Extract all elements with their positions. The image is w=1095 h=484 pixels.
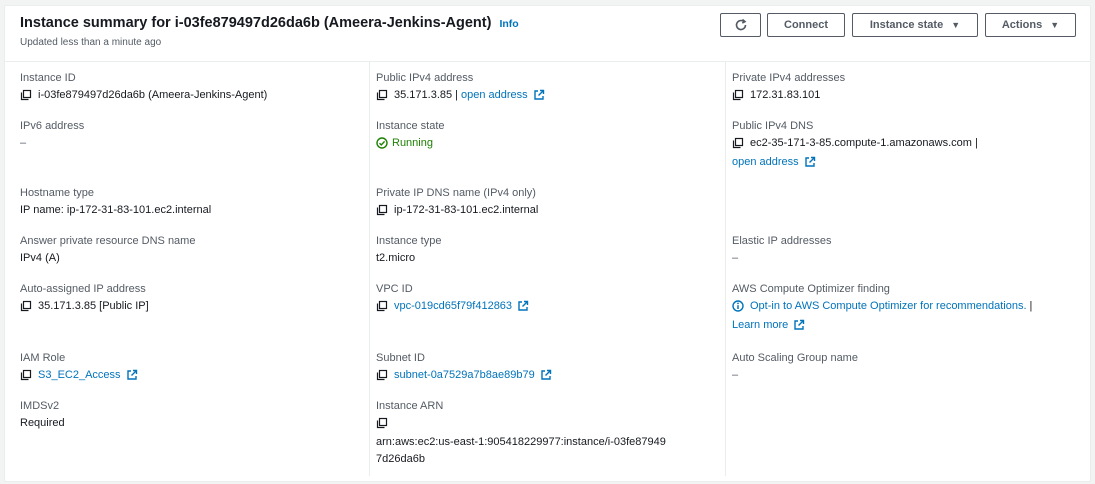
instance-state-value: Running bbox=[392, 137, 433, 149]
field-elastic-ip: Elastic IP addresses – bbox=[732, 235, 831, 264]
external-link-icon[interactable] bbox=[793, 319, 805, 331]
caret-down-icon: ▼ bbox=[951, 20, 961, 30]
separator: | bbox=[1029, 300, 1033, 312]
hostname-type-value: IP name: ip-172-31-83-101.ec2.internal bbox=[20, 204, 212, 216]
info-link[interactable]: Info bbox=[499, 18, 518, 30]
page-title: Instance summary for i-03fe879497d26da6b… bbox=[20, 15, 519, 31]
open-address-link[interactable]: open address bbox=[732, 156, 799, 168]
external-link-icon[interactable] bbox=[540, 369, 552, 381]
copy-icon[interactable] bbox=[20, 369, 32, 381]
field-label: IAM Role bbox=[20, 352, 66, 364]
field-instance-state: Instance state Running bbox=[376, 120, 445, 149]
field-label: Public IPv4 address bbox=[376, 72, 474, 84]
field-label: Subnet ID bbox=[376, 352, 425, 364]
copy-icon[interactable] bbox=[376, 300, 388, 312]
field-asg-name: Auto Scaling Group name – bbox=[732, 352, 858, 381]
vpc-id-link[interactable]: vpc-019cd65f79f412863 bbox=[394, 300, 512, 312]
iam-role-link[interactable]: S3_EC2_Access bbox=[38, 369, 121, 381]
field-label: Private IPv4 addresses bbox=[732, 72, 846, 84]
actions-button[interactable]: Actions ▼ bbox=[985, 13, 1076, 37]
refresh-button[interactable] bbox=[720, 13, 761, 37]
updated-text: Updated less than a minute ago bbox=[20, 37, 162, 48]
copy-icon[interactable] bbox=[376, 369, 388, 381]
elastic-ip-value: – bbox=[732, 252, 739, 264]
field-hostname-type: Hostname type IP name: ip-172-31-83-101.… bbox=[20, 187, 211, 216]
imdsv2-value: Required bbox=[20, 417, 65, 429]
column-divider bbox=[725, 62, 726, 476]
field-label: Auto-assigned IP address bbox=[20, 283, 146, 295]
asg-value: – bbox=[732, 369, 739, 381]
field-private-dns: Private IP DNS name (IPv4 only) ip-172-3… bbox=[376, 187, 538, 216]
field-instance-type: Instance type t2.micro bbox=[376, 235, 441, 264]
info-circle-icon bbox=[732, 300, 744, 312]
public-ipv4-value: 35.171.3.85 bbox=[394, 89, 453, 101]
copy-icon[interactable] bbox=[732, 137, 744, 149]
separator: | bbox=[455, 89, 458, 101]
instance-type-value: t2.micro bbox=[376, 252, 416, 264]
external-link-icon[interactable] bbox=[533, 89, 545, 101]
field-label: Public IPv4 DNS bbox=[732, 120, 814, 132]
private-ipv4-value: 172.31.83.101 bbox=[750, 89, 821, 101]
external-link-icon[interactable] bbox=[517, 300, 529, 312]
instance-summary-panel: Instance summary for i-03fe879497d26da6b… bbox=[4, 5, 1091, 482]
field-label: Hostname type bbox=[20, 187, 94, 199]
copy-icon[interactable] bbox=[376, 204, 388, 216]
instance-id-value: i-03fe879497d26da6b (Ameera-Jenkins-Agen… bbox=[38, 89, 268, 101]
field-instance-arn: Instance ARN arn:aws:ec2:us-east-1:90541… bbox=[376, 400, 666, 468]
field-label: AWS Compute Optimizer finding bbox=[732, 283, 890, 295]
column-divider bbox=[369, 62, 370, 476]
separator: | bbox=[974, 137, 978, 149]
optimizer-opt-in-link[interactable]: Opt-in to AWS Compute Optimizer for reco… bbox=[750, 300, 1027, 312]
field-instance-id: Instance ID i-03fe879497d26da6b (Ameera-… bbox=[20, 72, 267, 101]
field-label: IMDSv2 bbox=[20, 400, 60, 412]
auto-ip-value: 35.171.3.85 [Public IP] bbox=[38, 300, 149, 312]
instance-arn-value: arn:aws:ec2:us-east-1:905418229977:insta… bbox=[376, 436, 666, 465]
external-link-icon[interactable] bbox=[126, 369, 138, 381]
learn-more-link[interactable]: Learn more bbox=[732, 319, 788, 331]
refresh-icon bbox=[734, 18, 748, 32]
instance-state-button[interactable]: Instance state ▼ bbox=[852, 13, 978, 37]
field-label: Instance ID bbox=[20, 72, 76, 84]
copy-icon[interactable] bbox=[20, 300, 32, 312]
private-dns-value: ip-172-31-83-101.ec2.internal bbox=[394, 204, 539, 216]
copy-icon[interactable] bbox=[732, 89, 744, 101]
field-ipv6: IPv6 address – bbox=[20, 120, 84, 149]
copy-icon[interactable] bbox=[376, 89, 388, 101]
copy-icon[interactable] bbox=[376, 417, 388, 429]
field-label: Elastic IP addresses bbox=[732, 235, 832, 247]
field-label: Instance type bbox=[376, 235, 442, 247]
status-badge: Running bbox=[376, 137, 433, 149]
field-label: Instance state bbox=[376, 120, 445, 132]
field-public-ipv4: Public IPv4 address 35.171.3.85 | open a… bbox=[376, 72, 545, 101]
page-title-text: Instance summary for i-03fe879497d26da6b… bbox=[20, 15, 492, 31]
field-label: Auto Scaling Group name bbox=[732, 352, 858, 364]
instance-state-label: Instance state bbox=[869, 19, 944, 31]
field-answer-dns: Answer private resource DNS name IPv4 (A… bbox=[20, 235, 195, 264]
field-label: Instance ARN bbox=[376, 400, 444, 412]
external-link-icon[interactable] bbox=[804, 156, 816, 168]
public-dns-value: ec2-35-171-3-85.compute-1.amazonaws.com bbox=[750, 137, 972, 149]
field-iam-role: IAM Role S3_EC2_Access bbox=[20, 352, 138, 381]
answer-dns-value: IPv4 (A) bbox=[20, 252, 60, 264]
field-auto-ip: Auto-assigned IP address 35.171.3.85 [Pu… bbox=[20, 283, 149, 312]
copy-icon[interactable] bbox=[20, 89, 32, 101]
field-label: VPC ID bbox=[376, 283, 413, 295]
field-private-ipv4: Private IPv4 addresses 172.31.83.101 bbox=[732, 72, 845, 101]
field-subnet-id: Subnet ID subnet-0a7529a7b8ae89b79 bbox=[376, 352, 552, 381]
field-label: Private IP DNS name (IPv4 only) bbox=[376, 187, 536, 199]
caret-down-icon: ▼ bbox=[1050, 20, 1060, 30]
ipv6-value: – bbox=[20, 137, 27, 149]
actions-label: Actions bbox=[1001, 19, 1043, 31]
field-vpc-id: VPC ID vpc-019cd65f79f412863 bbox=[376, 283, 529, 312]
field-label: IPv6 address bbox=[20, 120, 85, 132]
field-public-dns: Public IPv4 DNS ec2-35-171-3-85.compute-… bbox=[732, 120, 981, 168]
field-label: Answer private resource DNS name bbox=[20, 235, 196, 247]
connect-button[interactable]: Connect bbox=[767, 13, 845, 37]
check-circle-icon bbox=[376, 137, 388, 149]
open-address-link[interactable]: open address bbox=[461, 89, 528, 101]
subnet-id-link[interactable]: subnet-0a7529a7b8ae89b79 bbox=[394, 369, 535, 381]
summary-header: Instance summary for i-03fe879497d26da6b… bbox=[5, 6, 1090, 62]
field-imdsv2: IMDSv2 Required bbox=[20, 400, 65, 429]
field-compute-optimizer: AWS Compute Optimizer finding Opt-in to … bbox=[732, 283, 1035, 331]
